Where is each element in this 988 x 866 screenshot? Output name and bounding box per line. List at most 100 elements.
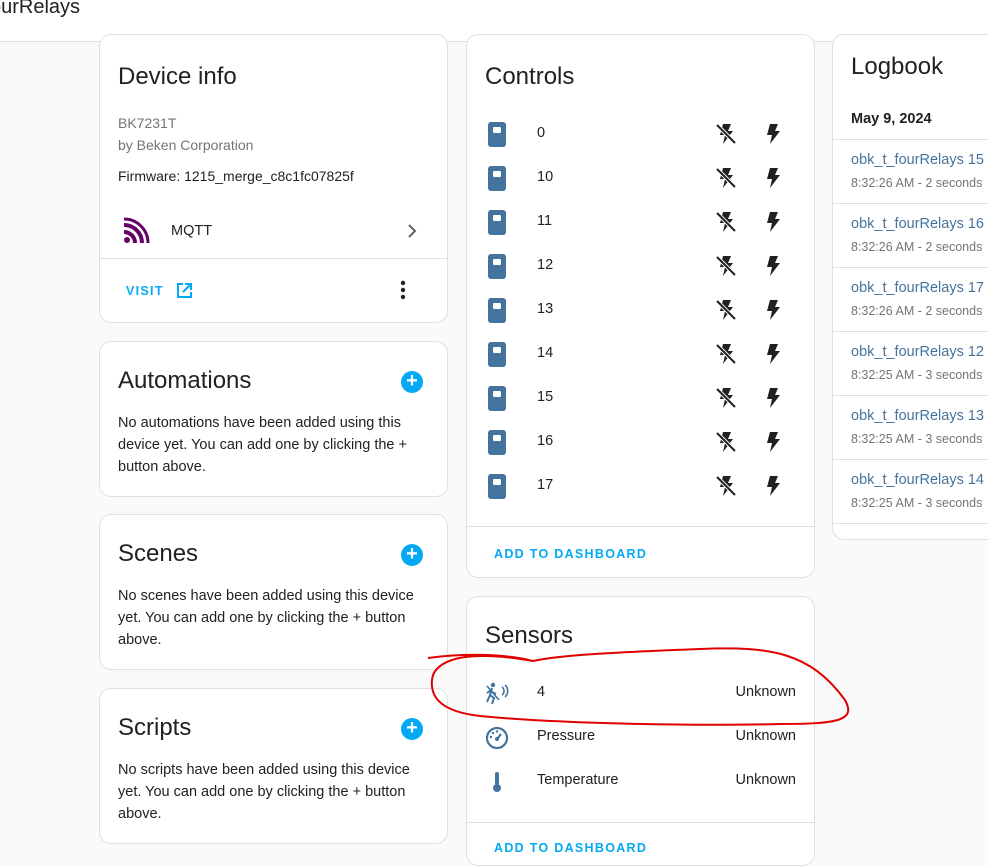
logbook-entry-name[interactable]: obk_t_fourRelays 17 [851,280,984,296]
divider [467,526,814,527]
switch-icon [488,254,506,279]
automations-text: No automations have been added using thi… [118,415,407,475]
logbook-entry-time: 8:32:25 AM - 3 seconds [851,432,983,446]
mqtt-logo-icon [122,217,150,250]
flash-icon[interactable] [765,122,783,151]
control-label: 12 [537,257,554,273]
flash-icon[interactable] [765,254,783,283]
automations-title: Automations [118,367,252,394]
control-label: 11 [537,213,553,229]
logbook-entry-name[interactable]: obk_t_fourRelays 12 [851,344,984,360]
sensor-value: Unknown [735,684,796,700]
logbook-entry[interactable]: obk_t_fourRelays 14 8:32:25 AM - 3 second… [833,459,988,524]
flash-off-icon[interactable] [715,430,737,459]
control-row: 0 [467,113,813,157]
device-info-card: Device info BK7231T by Beken Corporation… [99,34,448,323]
logbook-entry-name[interactable]: obk_t_fourRelays 15 [851,152,984,168]
chevron-right-icon [406,223,418,244]
sensor-value: Unknown [735,772,796,788]
flash-off-icon[interactable] [715,210,737,239]
page-title: ourRelays [0,0,81,18]
logbook-entry[interactable]: obk_t_fourRelays 15 8:32:26 AM - 2 second… [833,139,988,204]
flash-icon[interactable] [765,342,783,371]
device-manufacturer: by Beken Corporation [118,137,254,153]
flash-off-icon[interactable] [715,342,737,371]
flash-off-icon[interactable] [715,298,737,327]
switch-icon [488,210,506,235]
flash-icon[interactable] [765,430,783,459]
scripts-text: No scripts have been added using this de… [118,762,410,822]
visit-button[interactable]: VISIT [126,282,206,302]
logbook-date: May 9, 2024 [851,111,932,127]
switch-icon [488,474,506,499]
control-label: 10 [537,169,554,185]
logbook-entry[interactable]: obk_t_fourRelays 12 8:32:25 AM - 3 second… [833,331,988,396]
logbook-entry[interactable]: obk_t_fourRelays 17 8:32:26 AM - 2 second… [833,267,988,332]
scenes-title: Scenes [118,540,199,567]
thermometer-icon [485,770,509,799]
sensor-value: Unknown [735,728,796,744]
add-automation-button[interactable]: + [401,371,423,393]
flash-icon[interactable] [765,474,783,503]
flash-off-icon[interactable] [715,122,737,151]
logbook-entry-time: 8:32:26 AM - 2 seconds [851,304,983,318]
logbook-entry-time: 8:32:26 AM - 2 seconds [851,240,983,254]
switch-icon [488,342,506,367]
logbook-entry[interactable]: obk_t_fourRelays 16 8:32:26 AM - 2 second… [833,203,988,268]
gauge-icon [485,726,509,755]
sensor-label: Pressure [537,728,596,744]
visit-label: VISIT [126,284,164,298]
switch-icon [488,386,506,411]
control-label: 14 [537,345,554,361]
logbook-card: Logbook May 9, 2024 obk_t_fourRelays 15 8… [832,34,988,540]
flash-off-icon[interactable] [715,166,737,195]
control-row: 11 [467,201,813,245]
more-options-icon[interactable] [400,280,406,305]
control-row: 10 [467,157,813,201]
flash-off-icon[interactable] [715,474,737,503]
control-row: 16 [467,421,813,465]
switch-icon [488,430,506,455]
add-script-button[interactable]: + [401,718,423,740]
control-row: 12 [467,245,813,289]
sensors-title: Sensors [485,622,574,649]
logbook-entry-name[interactable]: obk_t_fourRelays 13 [851,408,984,424]
open-in-new-icon [176,282,193,304]
sensor-label: Temperature [537,772,619,788]
add-scene-button[interactable]: + [401,544,423,566]
scripts-title: Scripts [118,714,192,741]
flash-icon[interactable] [765,386,783,415]
device-info-title: Device info [118,63,237,90]
logbook-entry-name[interactable]: obk_t_fourRelays 16 [851,216,984,232]
sensor-row[interactable]: 4 Unknown [467,672,813,716]
logbook-entry-partial [833,523,988,539]
divider [467,822,814,823]
switch-icon [488,298,506,323]
switch-icon [488,166,506,191]
sensor-row[interactable]: Pressure Unknown [467,716,813,760]
automations-card: Automations + No automations have been a… [99,341,448,497]
control-label: 13 [537,301,554,317]
device-firmware: Firmware: 1215_merge_c8c1fc07825f [118,168,354,184]
controls-card: Controls 0 10 11 12 13 14 15 16 17 ADD TO DASHBO… [466,34,815,578]
control-label: 17 [537,477,554,493]
sensor-row[interactable]: Temperature Unknown [467,760,813,804]
logbook-entry[interactable]: obk_t_fourRelays 13 8:32:25 AM - 3 second… [833,395,988,460]
flash-icon[interactable] [765,298,783,327]
scenes-text: No scenes have been added using this dev… [118,588,414,648]
sensors-card: Sensors 4 Unknown Pressure Unknown Temperatu… [466,596,815,866]
integration-row[interactable]: MQTT [100,205,447,259]
flash-icon[interactable] [765,210,783,239]
logbook-title: Logbook [851,53,944,80]
sensor-label: 4 [537,684,546,700]
sensors-add-to-dashboard-button[interactable]: ADD TO DASHBOARD [494,841,647,855]
logbook-entry-name[interactable]: obk_t_fourRelays 14 [851,472,984,488]
logbook-entry-time: 8:32:26 AM - 2 seconds [851,176,983,190]
flash-off-icon[interactable] [715,386,737,415]
flash-icon[interactable] [765,166,783,195]
flash-off-icon[interactable] [715,254,737,283]
controls-add-to-dashboard-button[interactable]: ADD TO DASHBOARD [494,547,647,561]
switch-icon [488,122,506,147]
controls-title: Controls [485,63,575,90]
control-row: 14 [467,333,813,377]
